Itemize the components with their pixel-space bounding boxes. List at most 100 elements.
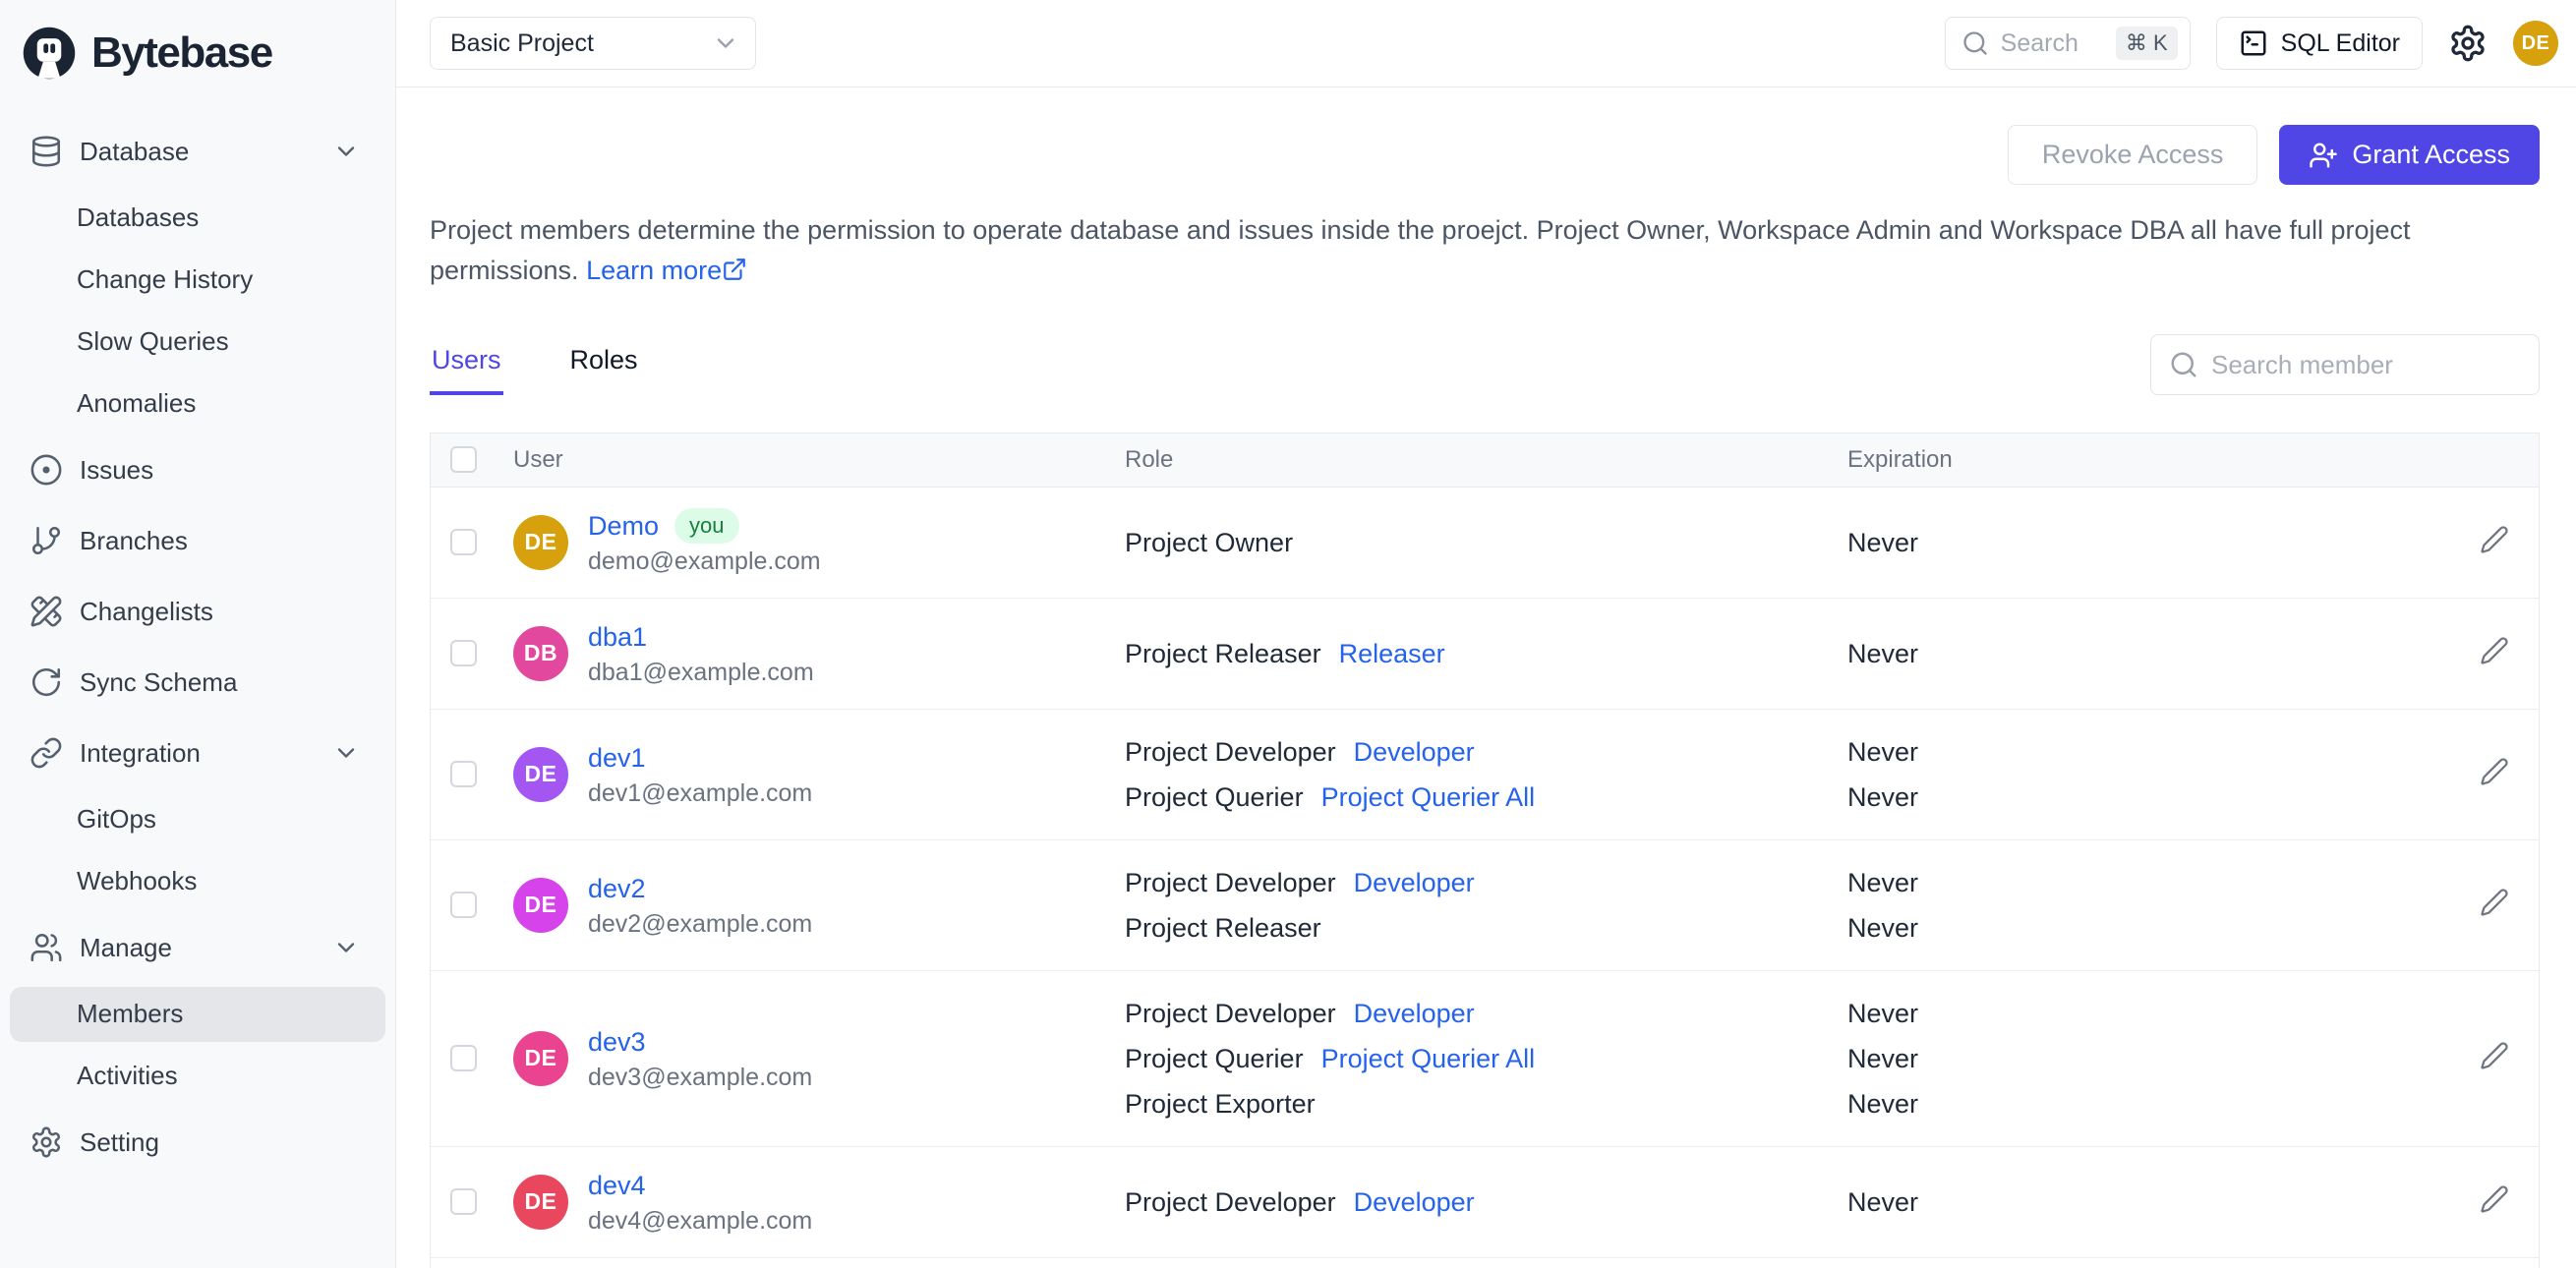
role-link[interactable]: Project Querier All — [1321, 1036, 1536, 1081]
edit-member-button[interactable] — [2480, 525, 2509, 554]
member-name-link[interactable]: Demo — [588, 507, 659, 545]
sidebar-item-sync-schema[interactable]: Sync Schema — [0, 647, 395, 718]
grant-access-label: Grant Access — [2352, 140, 2510, 169]
sidebar-item-slow-queries[interactable]: Slow Queries — [0, 311, 395, 373]
role-name: Project Querier — [1125, 1043, 1304, 1073]
revoke-access-button[interactable]: Revoke Access — [2007, 125, 2258, 185]
role-name: Project Querier — [1125, 781, 1304, 812]
edit-member-button[interactable] — [2480, 888, 2509, 917]
sidebar-item-activities[interactable]: Activities — [0, 1045, 395, 1107]
member-name-link[interactable]: dev4 — [588, 1167, 646, 1204]
sidebar-item-issues[interactable]: Issues — [0, 434, 395, 505]
sidebar-item-integration[interactable]: Integration — [0, 718, 395, 788]
sidebar-item-label: Setting — [80, 1126, 159, 1157]
learn-more-link[interactable]: Learn more — [586, 256, 747, 285]
pencil-ruler-icon — [30, 596, 62, 627]
expiration-value: Never — [1847, 867, 1919, 897]
global-search[interactable]: ⌘ K — [1944, 17, 2191, 70]
row-checkbox[interactable] — [450, 1188, 477, 1215]
sidebar-item-label: Integration — [80, 737, 201, 768]
row-checkbox[interactable] — [450, 892, 477, 918]
member-email: demo@example.com — [588, 547, 821, 575]
member-name-link[interactable]: dev3 — [588, 1023, 646, 1061]
tab-users[interactable]: Users — [430, 335, 503, 395]
user-cell: DB dba1 dba1@example.com — [513, 618, 1125, 689]
expiration-value: Never — [1847, 527, 1919, 557]
member-email: dev3@example.com — [588, 1063, 813, 1091]
role-name: Project Releaser — [1125, 912, 1321, 943]
role-link[interactable]: Releaser — [1339, 631, 1445, 676]
database-icon — [31, 136, 61, 167]
sidebar-item-manage[interactable]: Manage — [0, 912, 395, 983]
pencil-icon — [2481, 637, 2508, 664]
bytebase-logo[interactable]: Bytebase — [0, 0, 395, 104]
edit-member-button[interactable] — [2480, 1041, 2509, 1070]
learn-more-label: Learn more — [586, 256, 723, 285]
sidebar-item-branches[interactable]: Branches — [0, 505, 395, 576]
column-header-role: Role — [1125, 433, 1847, 488]
sidebar-item-change-history[interactable]: Change History — [0, 249, 395, 311]
tabs-row: Users Roles — [430, 334, 2540, 395]
role-cell: Project Developer Developer Project Querie… — [1125, 970, 1847, 1146]
edit-member-button[interactable] — [2480, 1184, 2509, 1214]
member-search-input[interactable] — [2211, 349, 2521, 380]
row-checkbox[interactable] — [450, 529, 477, 555]
member-row-dev2: DE dev2 dev2@example.com Project Developer D… — [431, 839, 2539, 970]
pencil-icon — [2481, 1185, 2508, 1213]
role-link[interactable]: Developer — [1354, 991, 1475, 1036]
row-checkbox[interactable] — [450, 640, 477, 666]
row-checkbox[interactable] — [450, 761, 477, 787]
row-checkbox[interactable] — [450, 1045, 477, 1071]
sidebar-item-databases[interactable]: Databases — [0, 187, 395, 249]
member-search[interactable] — [2150, 334, 2540, 395]
role-cell: Project Owner — [1125, 487, 1847, 598]
grant-access-button[interactable]: Grant Access — [2279, 125, 2540, 185]
column-header-expiration: Expiration — [1847, 433, 2408, 488]
sidebar-item-changelists[interactable]: Changelists — [0, 576, 395, 647]
table-header-row: User Role Expiration — [431, 433, 2539, 488]
chevron-down-icon — [332, 739, 360, 767]
role-line: Project Releaser — [1125, 905, 1847, 951]
chevron-down-icon — [332, 934, 360, 961]
search-icon — [2171, 352, 2196, 377]
role-link[interactable]: Developer — [1354, 729, 1475, 775]
member-row-dev1: DE dev1 dev1@example.com Project Developer D… — [431, 709, 2539, 839]
search-input[interactable] — [2000, 29, 2104, 58]
expiration-value: Never — [1847, 1088, 1919, 1119]
sidebar-item-webhooks[interactable]: Webhooks — [0, 850, 395, 912]
user-avatar[interactable]: DE — [2513, 21, 2558, 66]
members-table: User Role Expiration DE Demo you demo@examp… — [430, 432, 2540, 1268]
expiration-cell: Never Never Never — [1847, 970, 2408, 1146]
sql-editor-button[interactable]: SQL Editor — [2215, 17, 2423, 70]
header-checkbox[interactable] — [450, 446, 477, 474]
expiration-value: Never — [1847, 998, 1919, 1028]
role-link[interactable]: Developer — [1354, 860, 1475, 905]
member-name-link[interactable]: dba1 — [588, 618, 647, 656]
sidebar-item-anomalies[interactable]: Anomalies — [0, 373, 395, 434]
sidebar-item-setting[interactable]: Setting — [0, 1107, 395, 1178]
role-link[interactable]: Developer — [1354, 1180, 1475, 1225]
edit-member-button[interactable] — [2480, 757, 2509, 786]
role-line: Project Developer Developer — [1125, 860, 1847, 905]
edit-member-button[interactable] — [2480, 636, 2509, 665]
member-name-link[interactable]: dev1 — [588, 739, 646, 777]
expiration-cell: Never — [1847, 1146, 2408, 1257]
chevron-down-icon — [337, 943, 355, 952]
member-name-link[interactable]: dev2 — [588, 870, 646, 907]
external-link-icon — [724, 259, 745, 280]
role-line: Project Owner — [1125, 520, 1847, 565]
user-cell: DE dev1 dev1@example.com — [513, 739, 1125, 810]
role-cell: Project Releaser Releaser — [1125, 598, 1847, 709]
sidebar-item-database[interactable]: Database — [0, 116, 395, 187]
sidebar-item-members[interactable]: Members — [0, 983, 395, 1045]
sidebar-item-gitops[interactable]: GitOps — [0, 788, 395, 850]
member-row-dba1: DB dba1 dba1@example.com Project Releaser Re… — [431, 598, 2539, 709]
pencil-icon — [2481, 889, 2508, 916]
role-link[interactable]: Project Querier All — [1321, 775, 1536, 820]
project-selector[interactable]: Basic Project — [430, 17, 756, 70]
settings-gear-icon[interactable] — [2448, 24, 2488, 63]
role-line: Project Releaser Releaser — [1125, 631, 1847, 676]
partial-row — [431, 1257, 2539, 1268]
tab-roles[interactable]: Roles — [568, 335, 640, 395]
members-page: Revoke Access Grant Access Project membe… — [396, 87, 2576, 1268]
